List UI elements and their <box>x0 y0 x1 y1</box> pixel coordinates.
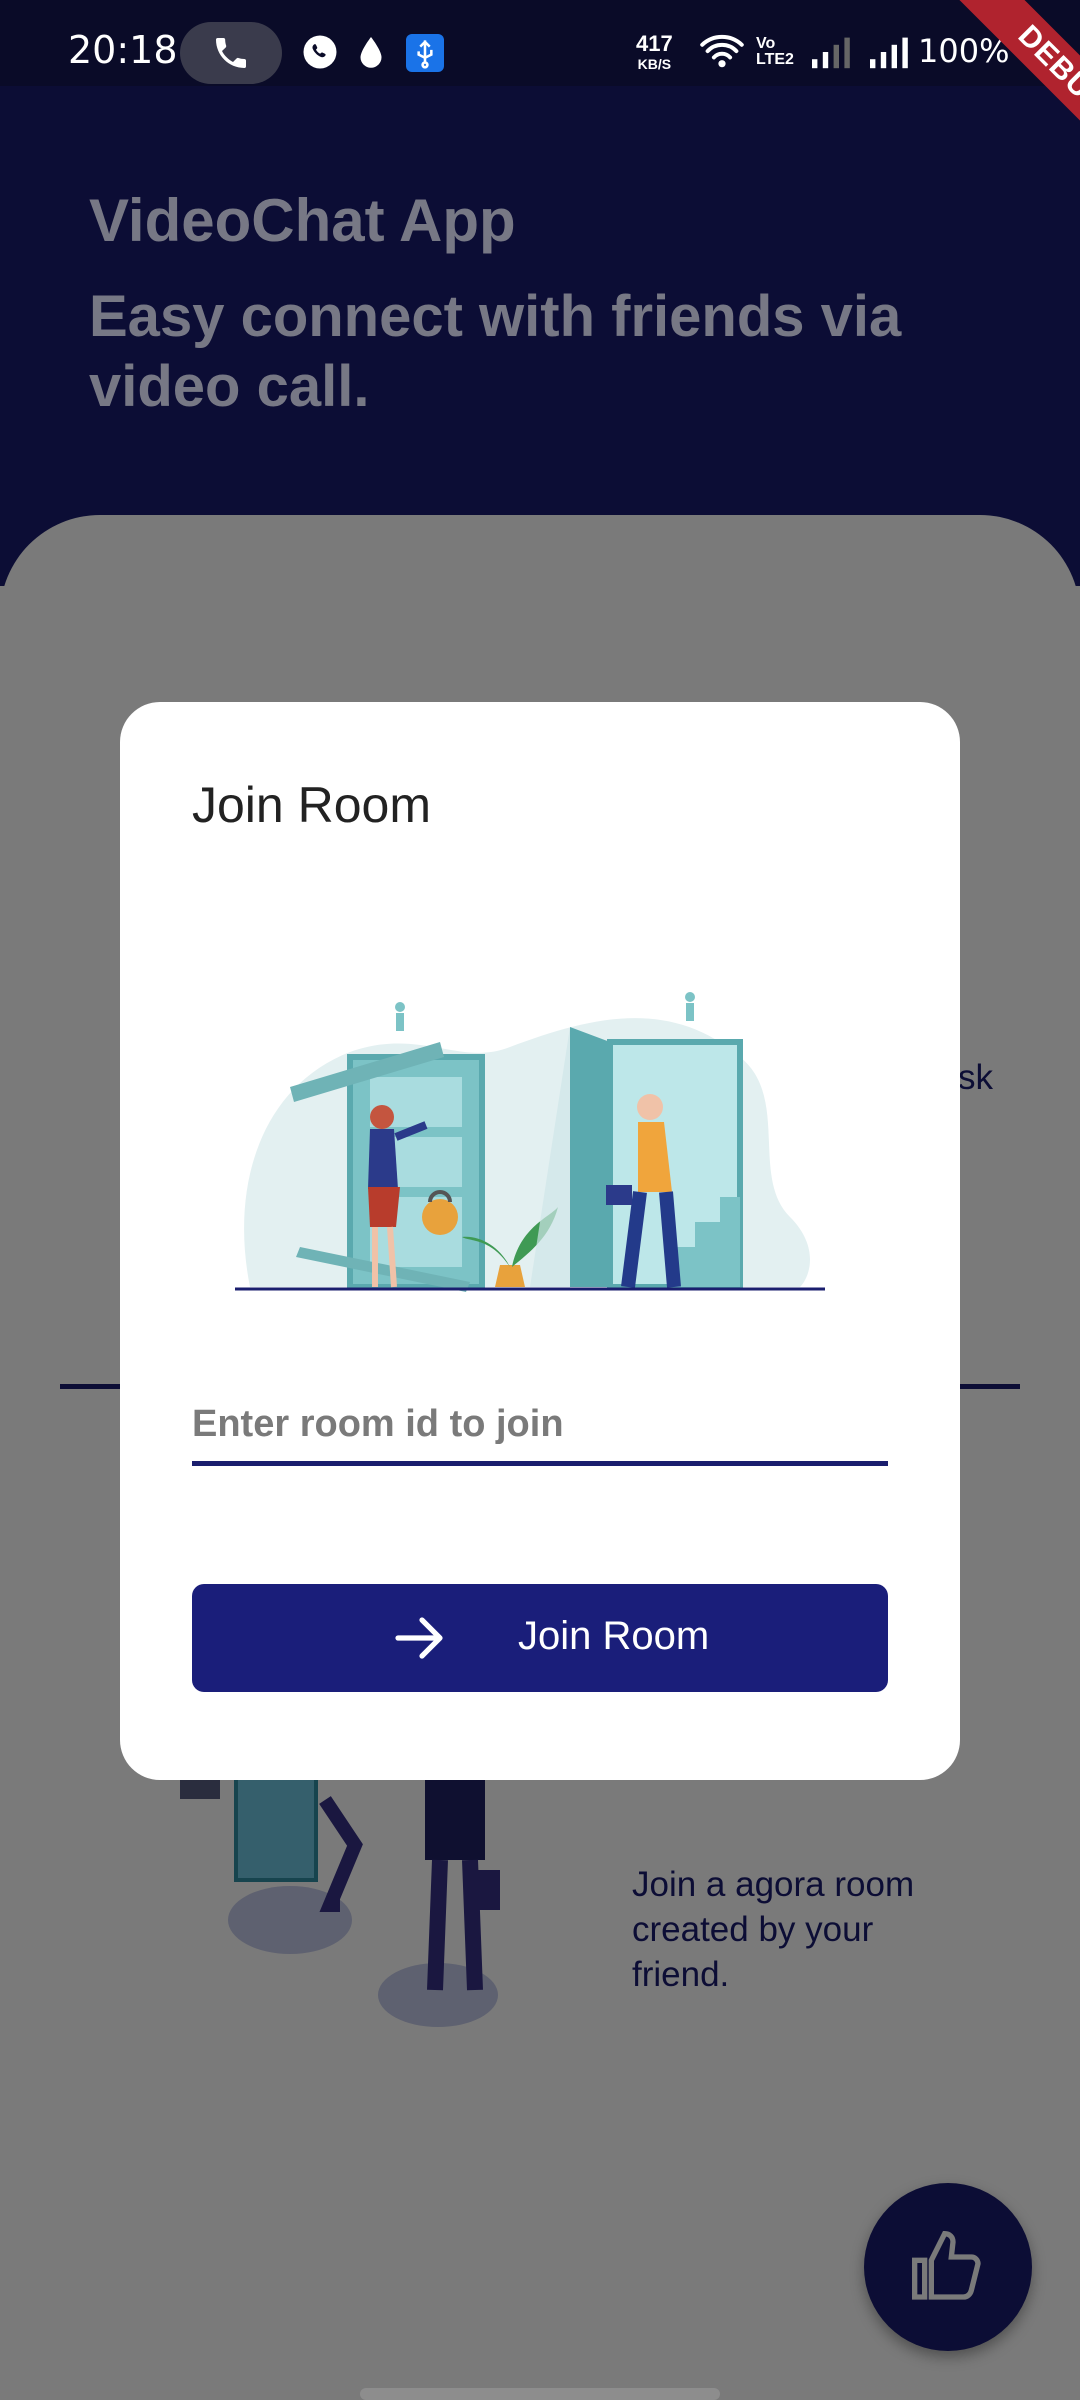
join-room-description: Join a agora room created by your friend… <box>632 1865 915 1994</box>
net-speed-indicator: 417 KB/S <box>636 31 673 74</box>
app-title: VideoChat App <box>89 187 516 254</box>
drop-icon <box>360 37 382 68</box>
join-room-button-label: Join Room <box>518 1614 710 1658</box>
signal-icon <box>812 37 850 69</box>
phone-call-icon <box>216 38 246 68</box>
gesture-nav-handle[interactable] <box>360 2388 720 2400</box>
thumb-up-icon <box>912 2230 981 2300</box>
app-subtitle: Easy connect with friends via video call… <box>89 284 902 419</box>
volte-label: Vo LTE2 <box>756 35 794 68</box>
join-room-button[interactable]: Join Room <box>192 1584 888 1692</box>
like-fab-button[interactable] <box>864 2183 1032 2351</box>
room-id-input[interactable] <box>192 1387 888 1466</box>
status-time: 20:18 <box>68 28 178 72</box>
join-room-illustration <box>180 1770 500 2027</box>
join-room-dialog: Join Room Enter room id to join Join Roo… <box>120 702 960 1780</box>
debug-banner: DEBUG <box>905 0 1080 200</box>
background-option-text: sk <box>958 1058 993 1097</box>
debug-banner-label: DEBUG <box>954 0 1080 180</box>
ongoing-call-pill[interactable] <box>180 22 282 84</box>
dialog-title: Join Room <box>192 777 431 833</box>
signal-icon <box>870 37 908 69</box>
usb-icon <box>406 34 444 72</box>
wifi-icon <box>700 34 744 68</box>
whatsapp-icon <box>303 35 337 69</box>
arrow-right-icon <box>395 1617 443 1659</box>
net-speed-value: 417 <box>636 31 673 56</box>
net-speed-unit: KB/S <box>637 56 672 72</box>
room-doors-illustration <box>235 992 825 1292</box>
